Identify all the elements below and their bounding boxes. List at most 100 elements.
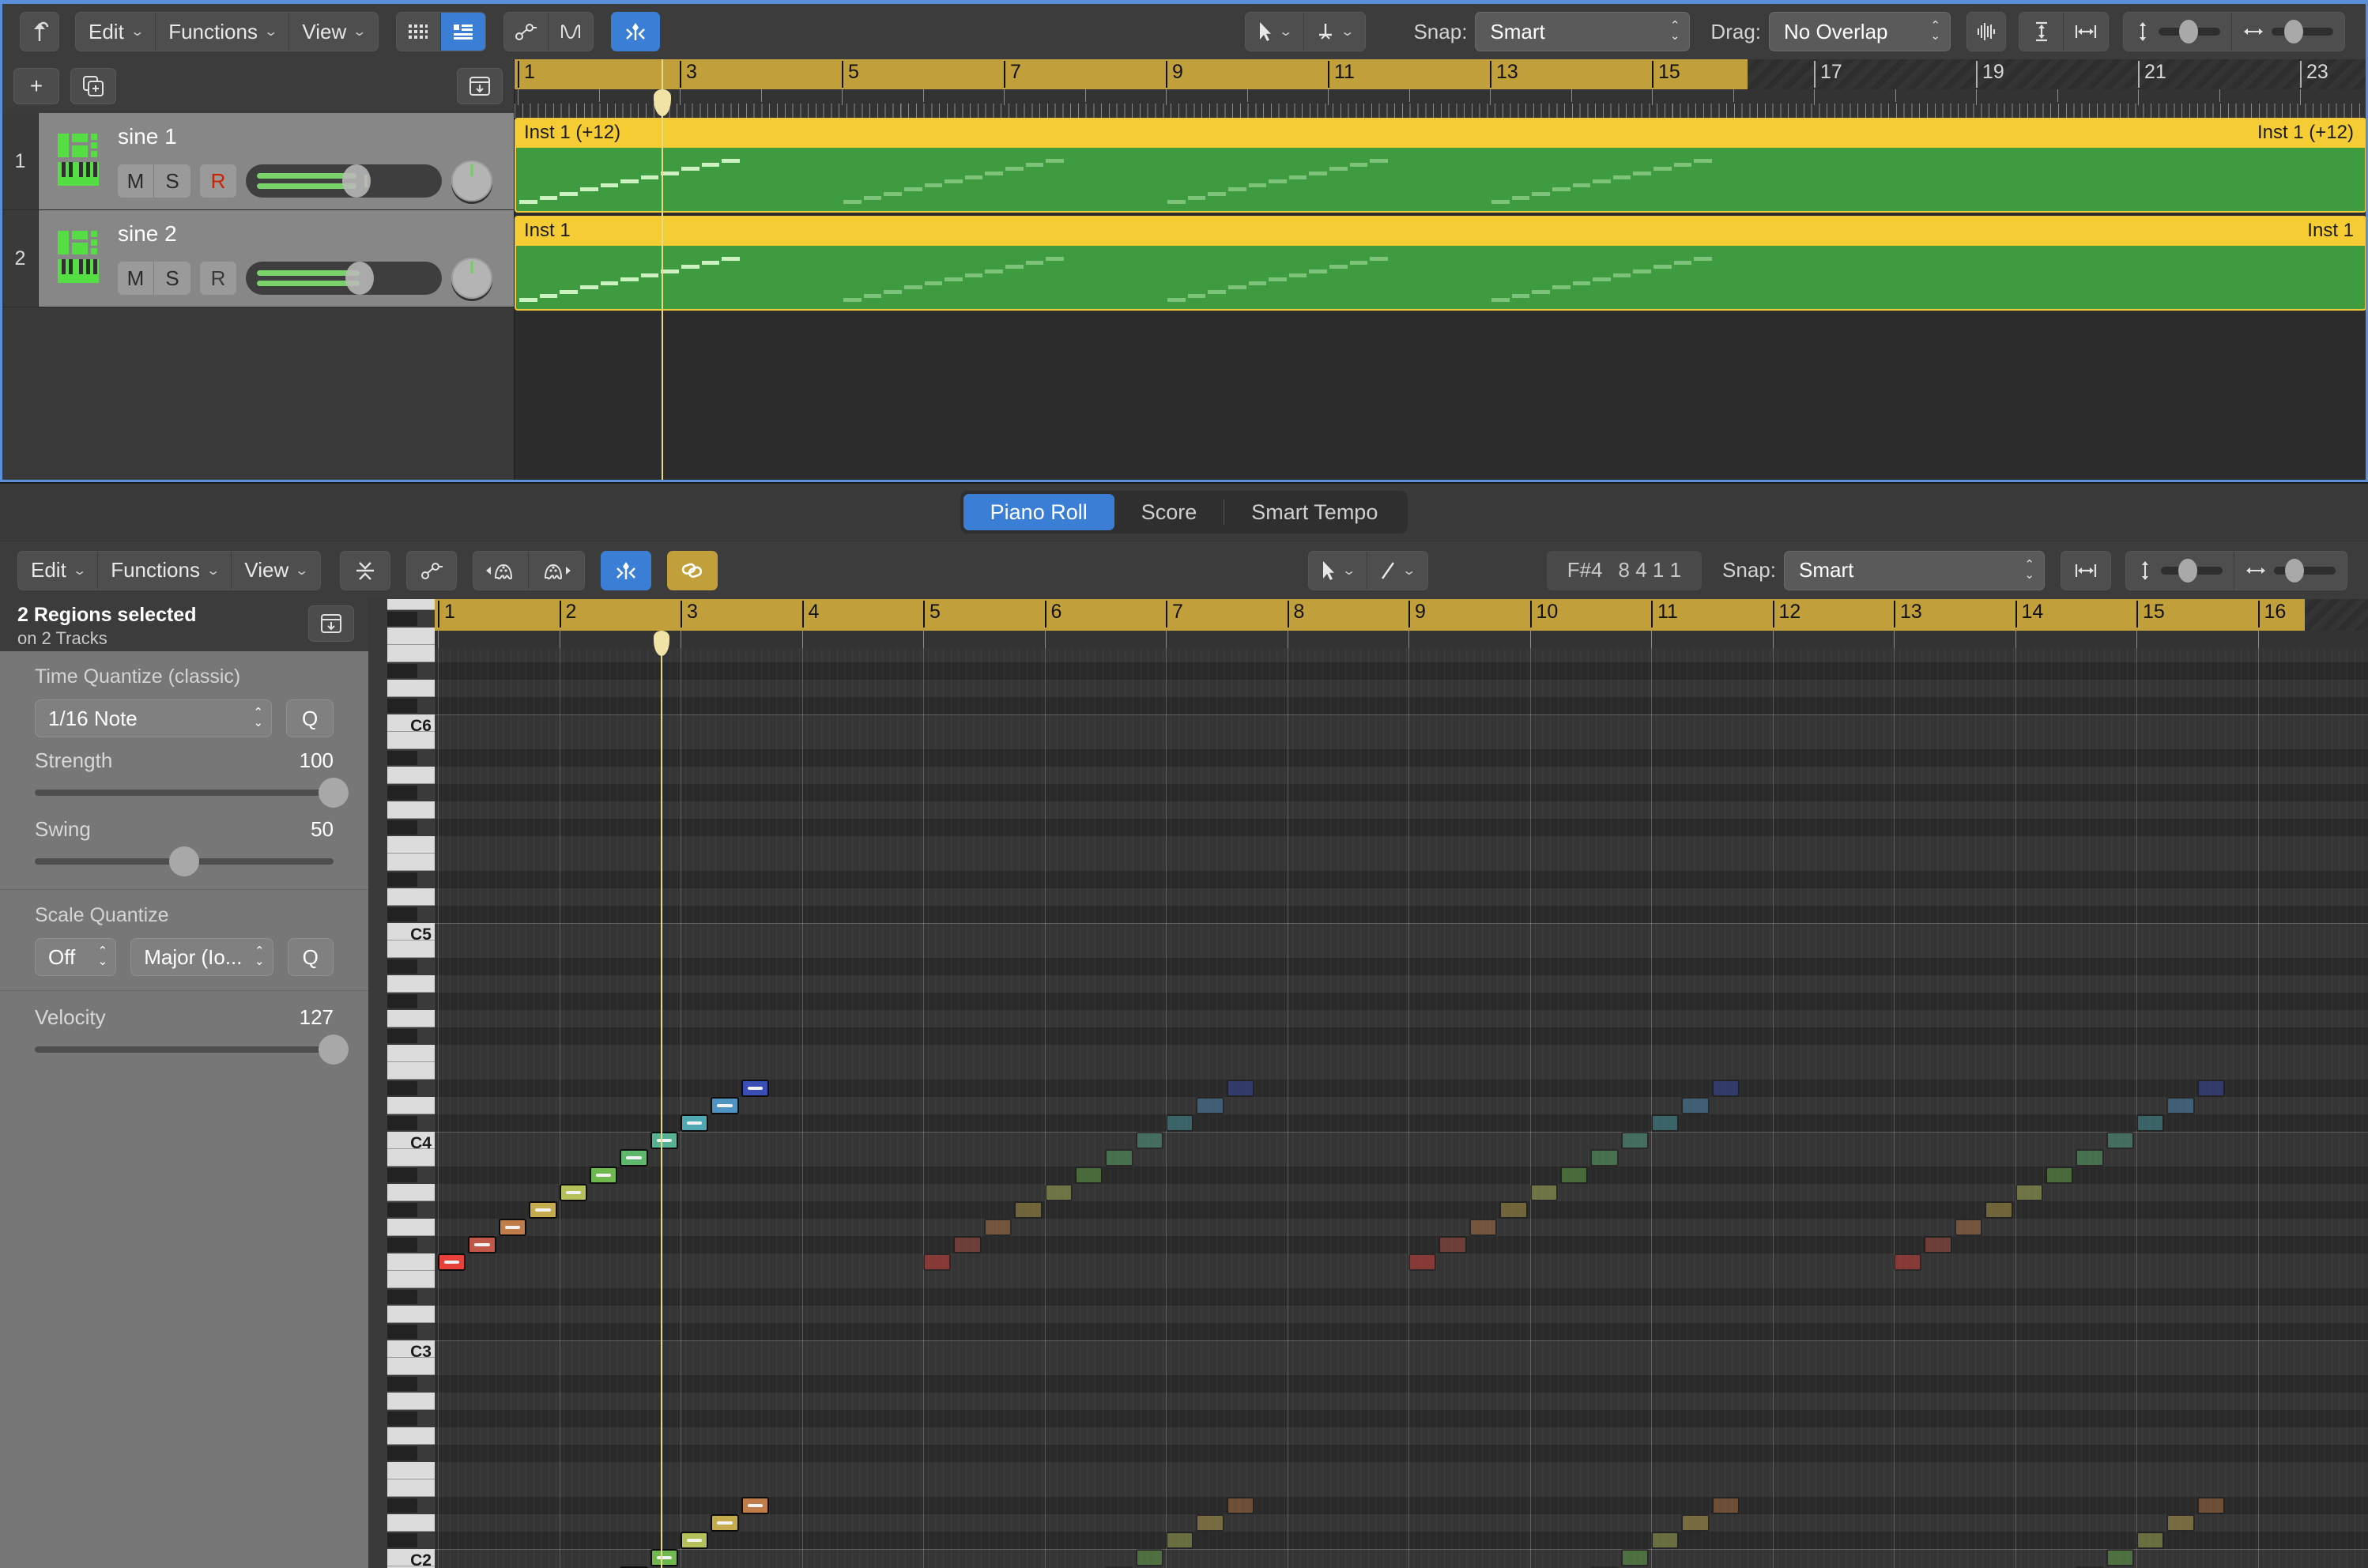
empty-track-area[interactable] <box>2 307 514 480</box>
duplicate-track-icon[interactable] <box>70 68 116 104</box>
midi-note[interactable] <box>468 1236 496 1253</box>
midi-note[interactable] <box>1651 1532 1680 1549</box>
collapse-expand-icon[interactable] <box>339 550 390 590</box>
midi-note[interactable] <box>1166 1114 1194 1132</box>
horizontal-zoom-icon[interactable] <box>2064 13 2108 51</box>
arrange-canvas[interactable]: 1 3 5 7 9 11 13 15 17 19 21 23 Inst 1 (+12) Inst 1 … <box>515 59 2366 480</box>
piano-key-white[interactable] <box>387 732 435 749</box>
piano-key-white[interactable] <box>387 645 435 662</box>
midi-note[interactable] <box>650 1549 678 1566</box>
add-track-button[interactable]: + <box>13 68 59 104</box>
piano-key-white[interactable] <box>387 599 435 610</box>
midi-note[interactable] <box>681 1114 709 1132</box>
piano-roll-grid[interactable]: 1234567891011121314151617 <box>435 599 2368 1568</box>
tab-score[interactable]: Score <box>1114 494 1224 530</box>
piano-key-black[interactable] <box>387 1446 417 1461</box>
midi-note[interactable] <box>983 1219 1012 1236</box>
piano-key-black[interactable] <box>387 1238 417 1252</box>
pan-knob[interactable] <box>451 258 492 299</box>
midi-note[interactable] <box>923 1253 952 1271</box>
region-inst1-plus12[interactable]: Inst 1 (+12) Inst 1 (+12) <box>515 118 2366 213</box>
scale-quantize-scale-select[interactable]: Major (Io... ⌃ ⌄ <box>130 938 273 976</box>
automation-icon[interactable] <box>504 13 549 51</box>
midi-note[interactable] <box>1196 1514 1224 1532</box>
arrange-snap-select[interactable]: Smart ⌃ ⌄ <box>1475 12 1691 51</box>
midi-note[interactable] <box>1226 1497 1255 1514</box>
midi-note[interactable] <box>1681 1097 1710 1114</box>
piano-key-white[interactable] <box>387 1271 435 1288</box>
piano-key-white[interactable] <box>387 1306 435 1323</box>
piano-key-black[interactable] <box>387 1029 417 1043</box>
midi-note[interactable] <box>1651 1114 1680 1132</box>
midi-note[interactable] <box>529 1201 557 1219</box>
midi-note[interactable] <box>1711 1497 1740 1514</box>
pointer-tool-icon[interactable]: ⌄ <box>1246 13 1305 51</box>
midi-note[interactable] <box>650 1132 678 1149</box>
mute-button[interactable]: M <box>118 262 154 295</box>
list-view-icon[interactable] <box>440 13 485 51</box>
midi-note[interactable] <box>1681 1514 1710 1532</box>
catch-playhead-icon[interactable] <box>600 550 651 590</box>
midi-note[interactable] <box>1620 1549 1649 1566</box>
piano-key-black[interactable] <box>387 1116 417 1130</box>
midi-note[interactable] <box>2106 1549 2134 1566</box>
midi-note[interactable] <box>2196 1080 2226 1097</box>
solo-button[interactable]: S <box>154 164 190 198</box>
piano-key-white[interactable] <box>387 1062 435 1080</box>
piano-key-black[interactable] <box>387 1377 417 1391</box>
piano-key-black[interactable] <box>387 907 417 922</box>
piano-roll-lanes[interactable] <box>435 648 2368 1568</box>
midi-note[interactable] <box>438 1253 466 1271</box>
piano-key-black[interactable] <box>387 994 417 1008</box>
midi-note[interactable] <box>1954 1219 1983 1236</box>
midi-note[interactable] <box>711 1097 739 1114</box>
midi-note[interactable] <box>1135 1549 1163 1566</box>
piano-key-black[interactable] <box>387 1533 417 1547</box>
solo-button[interactable]: S <box>154 262 190 295</box>
midi-note[interactable] <box>2166 1097 2195 1114</box>
midi-note[interactable] <box>1044 1184 1073 1201</box>
editor-menu-view[interactable]: View ⌄ <box>232 552 319 590</box>
tab-smart-tempo[interactable]: Smart Tempo <box>1224 494 1405 530</box>
velocity-slider[interactable] <box>35 1035 349 1065</box>
show-hide-icon[interactable] <box>457 68 503 104</box>
piano-key-white[interactable] <box>387 1427 435 1445</box>
midi-note[interactable] <box>1985 1201 2013 1219</box>
up-arrow-icon[interactable] <box>20 12 59 51</box>
arrange-playhead[interactable] <box>662 59 663 480</box>
midi-note[interactable] <box>1166 1532 1194 1549</box>
midi-note[interactable] <box>2045 1167 2074 1184</box>
midi-note[interactable] <box>1711 1080 1740 1097</box>
piano-key-black[interactable] <box>387 820 417 835</box>
editor-menu-functions[interactable]: Functions ⌄ <box>98 551 232 590</box>
menu-edit[interactable]: Edit ⌄ <box>76 13 156 51</box>
piano-key-black[interactable] <box>387 1168 417 1182</box>
crosshair-tool-icon[interactable]: ⌄ <box>1304 13 1365 51</box>
flex-icon[interactable] <box>549 13 593 51</box>
waveform-icon[interactable] <box>1966 12 2006 51</box>
midi-note[interactable] <box>1226 1080 1255 1097</box>
midi-note[interactable] <box>2136 1114 2165 1132</box>
piano-key-white[interactable] <box>387 1479 435 1497</box>
midi-note[interactable] <box>498 1219 527 1236</box>
midi-note[interactable] <box>2076 1149 2104 1167</box>
next-articulation-icon[interactable] <box>529 552 584 590</box>
link-icon[interactable] <box>666 550 718 590</box>
midi-note[interactable] <box>589 1167 618 1184</box>
midi-note[interactable] <box>620 1149 648 1167</box>
midi-note[interactable] <box>1469 1219 1498 1236</box>
time-quantize-select[interactable]: 1/16 Note ⌃ ⌄ <box>35 699 273 737</box>
region-inst1[interactable]: Inst 1 Inst 1 <box>515 216 2366 311</box>
piano-key-white[interactable] <box>387 1393 435 1410</box>
piano-key-black[interactable] <box>387 1290 417 1304</box>
record-arm-button[interactable]: R <box>200 262 236 295</box>
prev-articulation-icon[interactable] <box>473 551 529 590</box>
piano-keyboard[interactable]: C6 C5 C4 C3 C2 <box>368 599 435 1568</box>
grid-view-icon[interactable] <box>397 13 441 51</box>
piano-key-black[interactable] <box>387 786 417 800</box>
show-hide-icon[interactable] <box>308 605 354 642</box>
midi-note[interactable] <box>1620 1132 1649 1149</box>
time-quantize-q-button[interactable]: Q <box>286 699 334 737</box>
piano-key-black[interactable] <box>387 1203 417 1217</box>
piano-key-black[interactable] <box>387 1081 417 1095</box>
